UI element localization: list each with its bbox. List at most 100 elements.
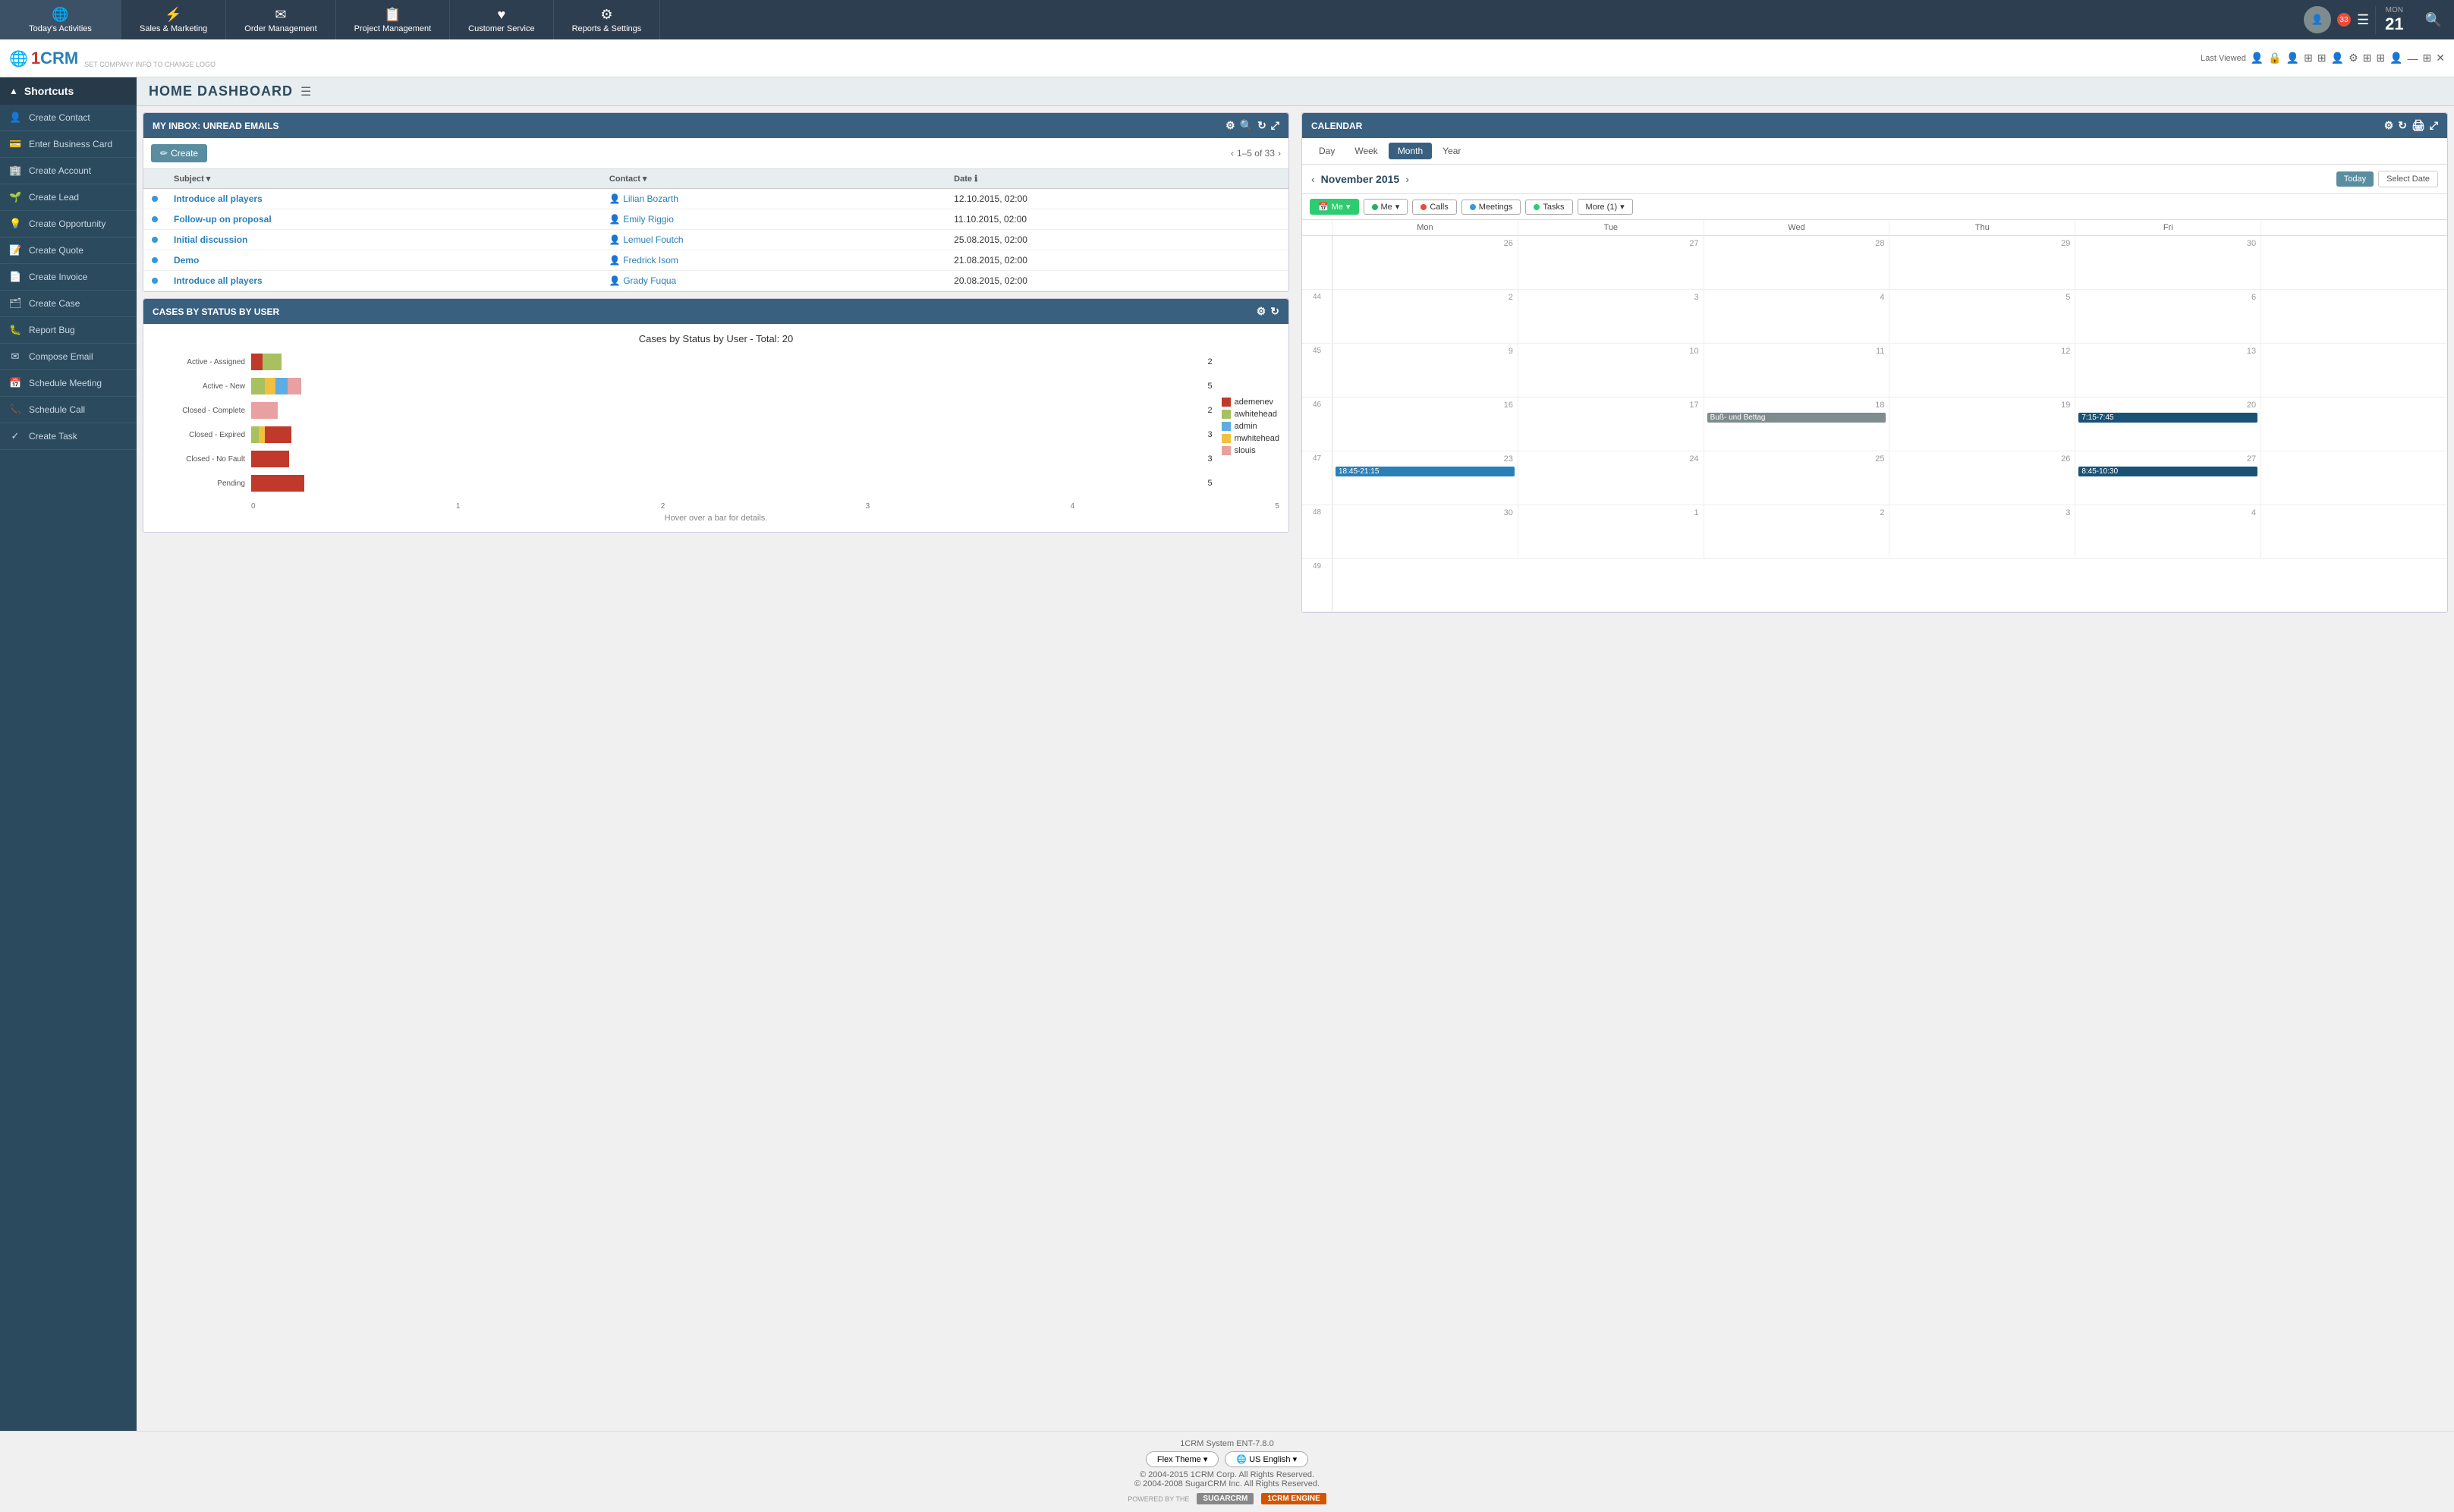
chart-bar-row[interactable]: Pending 5: [153, 475, 1213, 492]
cal-day-cell[interactable]: 1: [1518, 505, 1704, 558]
cal-settings-icon[interactable]: ⚙: [2384, 119, 2394, 132]
cal-day-cell[interactable]: 2: [1704, 505, 1890, 558]
nav-today[interactable]: 🌐 Today's Activities: [0, 0, 121, 39]
cal-day-cell[interactable]: 18Buß- und Bettag: [1704, 398, 1890, 451]
cal-day-cell[interactable]: 13: [2075, 344, 2261, 397]
filter-meetings[interactable]: Meetings: [1461, 200, 1521, 215]
nav-projects[interactable]: 📋 Project Management: [336, 0, 451, 39]
lv-person-icon[interactable]: 👤: [2286, 52, 2299, 64]
table-row[interactable]: Introduce all players 👤 Lilian Bozarth 1…: [143, 189, 1288, 209]
cal-event[interactable]: 18:45-21:15: [1336, 467, 1515, 476]
chart-bar-row[interactable]: Active - Assigned 2: [153, 354, 1213, 370]
lv-grid4-icon[interactable]: ⊞: [2376, 52, 2385, 64]
email-subject[interactable]: Follow-up on proposal: [166, 209, 602, 230]
sidebar-item-schedule-call[interactable]: 📞 Schedule Call: [0, 397, 137, 423]
chart-bar-row[interactable]: Closed - No Fault 3: [153, 451, 1213, 467]
email-contact[interactable]: 👤 Fredrick Isom: [602, 250, 946, 271]
nav-reports[interactable]: ⚙ Reports & Settings: [554, 0, 661, 39]
lv-lock-icon[interactable]: 🔒: [2268, 52, 2281, 64]
cal-day-cell[interactable]: 30: [1332, 505, 1518, 558]
cal-day-cell[interactable]: 25: [1704, 451, 1890, 505]
inbox-refresh-icon[interactable]: ↻: [1257, 119, 1266, 132]
cal-day-cell[interactable]: 6: [2075, 290, 2261, 343]
logo[interactable]: 🌐 1CRM SET COMPANY INFO TO CHANGE LOGO: [9, 49, 216, 68]
cal-day-cell[interactable]: 30: [2075, 236, 2261, 289]
cal-print-icon[interactable]: 🖨: [2412, 119, 2425, 132]
lv-minus-icon[interactable]: —: [2408, 52, 2418, 64]
email-contact[interactable]: 👤 Lemuel Foutch: [602, 230, 946, 250]
cal-event[interactable]: Buß- und Bettag: [1707, 413, 1886, 423]
cal-day-cell[interactable]: 207:15-7:45: [2075, 398, 2261, 451]
cal-day-cell[interactable]: 9: [1332, 344, 1518, 397]
sidebar-item-create-opportunity[interactable]: 💡 Create Opportunity: [0, 211, 137, 237]
cal-day-cell[interactable]: 2: [1332, 290, 1518, 343]
filter-tasks[interactable]: Tasks: [1525, 200, 1572, 215]
chart-bar-row[interactable]: Active - New 5: [153, 378, 1213, 395]
cal-day-cell[interactable]: 4: [1704, 290, 1890, 343]
nav-sales[interactable]: ⚡ Sales & Marketing: [121, 0, 226, 39]
cal-day-cell[interactable]: 26: [1332, 236, 1518, 289]
email-contact[interactable]: 👤 Emily Riggio: [602, 209, 946, 230]
flex-theme-button[interactable]: Flex Theme ▾: [1146, 1451, 1219, 1467]
chart-bar-row[interactable]: Closed - Expired 3: [153, 426, 1213, 443]
filter-calls[interactable]: Calls: [1412, 200, 1456, 215]
tab-year[interactable]: Year: [1433, 143, 1470, 159]
sidebar-item-create-invoice[interactable]: 📄 Create Invoice: [0, 264, 137, 291]
inbox-search-icon[interactable]: 🔍: [1240, 119, 1253, 132]
table-row[interactable]: Demo 👤 Fredrick Isom 21.08.2015, 02:00: [143, 250, 1288, 271]
cal-day-cell[interactable]: 24: [1518, 451, 1704, 505]
email-subject[interactable]: Initial discussion: [166, 230, 602, 250]
cal-day-cell[interactable]: 12: [1889, 344, 2075, 397]
cal-select-date-button[interactable]: Select Date: [2378, 171, 2438, 187]
sidebar-item-create-quote[interactable]: 📝 Create Quote: [0, 237, 137, 264]
lv-grid3-icon[interactable]: ⊞: [2363, 52, 2372, 64]
user-avatar[interactable]: 👤: [2304, 6, 2331, 33]
cal-day-cell[interactable]: 16: [1332, 398, 1518, 451]
filter-activities[interactable]: 📅 Me ▾: [1310, 199, 1359, 215]
cal-day-cell[interactable]: 28: [1704, 236, 1890, 289]
email-contact[interactable]: 👤 Grady Fuqua: [602, 271, 946, 291]
prev-page-icon[interactable]: ‹: [1231, 148, 1234, 159]
language-button[interactable]: 🌐 US English ▾: [1225, 1451, 1308, 1467]
cal-day-cell[interactable]: 19: [1889, 398, 2075, 451]
tab-week[interactable]: Week: [1345, 143, 1386, 159]
sidebar-item-schedule-meeting[interactable]: 📅 Schedule Meeting: [0, 370, 137, 397]
sidebar-item-create-account[interactable]: 🏢 Create Account: [0, 158, 137, 184]
email-contact[interactable]: 👤 Lilian Bozarth: [602, 189, 946, 209]
lv-grid5-icon[interactable]: ⊞: [2423, 52, 2432, 64]
sidebar-item-report-bug[interactable]: 🐛 Report Bug: [0, 317, 137, 344]
cal-day-cell[interactable]: 3: [1889, 505, 2075, 558]
cal-prev-month-button[interactable]: ‹: [1311, 173, 1315, 185]
sidebar-item-compose-email[interactable]: ✉ Compose Email: [0, 344, 137, 370]
tab-day[interactable]: Day: [1310, 143, 1344, 159]
lv-grid2-icon[interactable]: ⊞: [2317, 52, 2327, 64]
sidebar-header[interactable]: ▲ Shortcuts: [0, 77, 137, 105]
sidebar-item-create-case[interactable]: 🗂 Create Case: [0, 291, 137, 317]
cal-day-cell[interactable]: 2318:45-21:15: [1332, 451, 1518, 505]
cal-day-cell[interactable]: 26: [1889, 451, 2075, 505]
email-subject[interactable]: Introduce all players: [166, 271, 602, 291]
cal-day-cell[interactable]: 3: [1518, 290, 1704, 343]
cal-day-cell[interactable]: 17: [1518, 398, 1704, 451]
hamburger-icon[interactable]: ☰: [2357, 12, 2369, 28]
cal-day-cell[interactable]: 29: [1889, 236, 2075, 289]
cal-next-month-button[interactable]: ›: [1405, 173, 1409, 185]
nav-service[interactable]: ♥ Customer Service: [450, 0, 553, 39]
inbox-settings-icon[interactable]: ⚙: [1225, 119, 1235, 132]
email-subject[interactable]: Introduce all players: [166, 189, 602, 209]
nav-orders[interactable]: ✉ Order Management: [226, 0, 335, 39]
cases-settings-icon[interactable]: ⚙: [1257, 305, 1266, 318]
cal-day-cell[interactable]: 278:45-10:30: [2075, 451, 2261, 505]
cal-refresh-icon[interactable]: ↻: [2398, 119, 2407, 132]
table-row[interactable]: Initial discussion 👤 Lemuel Foutch 25.08…: [143, 230, 1288, 250]
table-row[interactable]: Follow-up on proposal 👤 Emily Riggio 11.…: [143, 209, 1288, 230]
sidebar-item-create-task[interactable]: ✓ Create Task: [0, 423, 137, 450]
chart-bar-row[interactable]: Closed - Complete 2: [153, 402, 1213, 419]
table-row[interactable]: Introduce all players 👤 Grady Fuqua 20.0…: [143, 271, 1288, 291]
cal-day-cell[interactable]: 27: [1518, 236, 1704, 289]
sidebar-item-business-card[interactable]: 💳 Enter Business Card: [0, 131, 137, 158]
filter-me[interactable]: Me ▾: [1364, 199, 1408, 215]
inbox-expand-icon[interactable]: ⤢: [1271, 119, 1279, 132]
sidebar-item-create-contact[interactable]: 👤 Create Contact: [0, 105, 137, 131]
cal-day-cell[interactable]: 11: [1704, 344, 1890, 397]
